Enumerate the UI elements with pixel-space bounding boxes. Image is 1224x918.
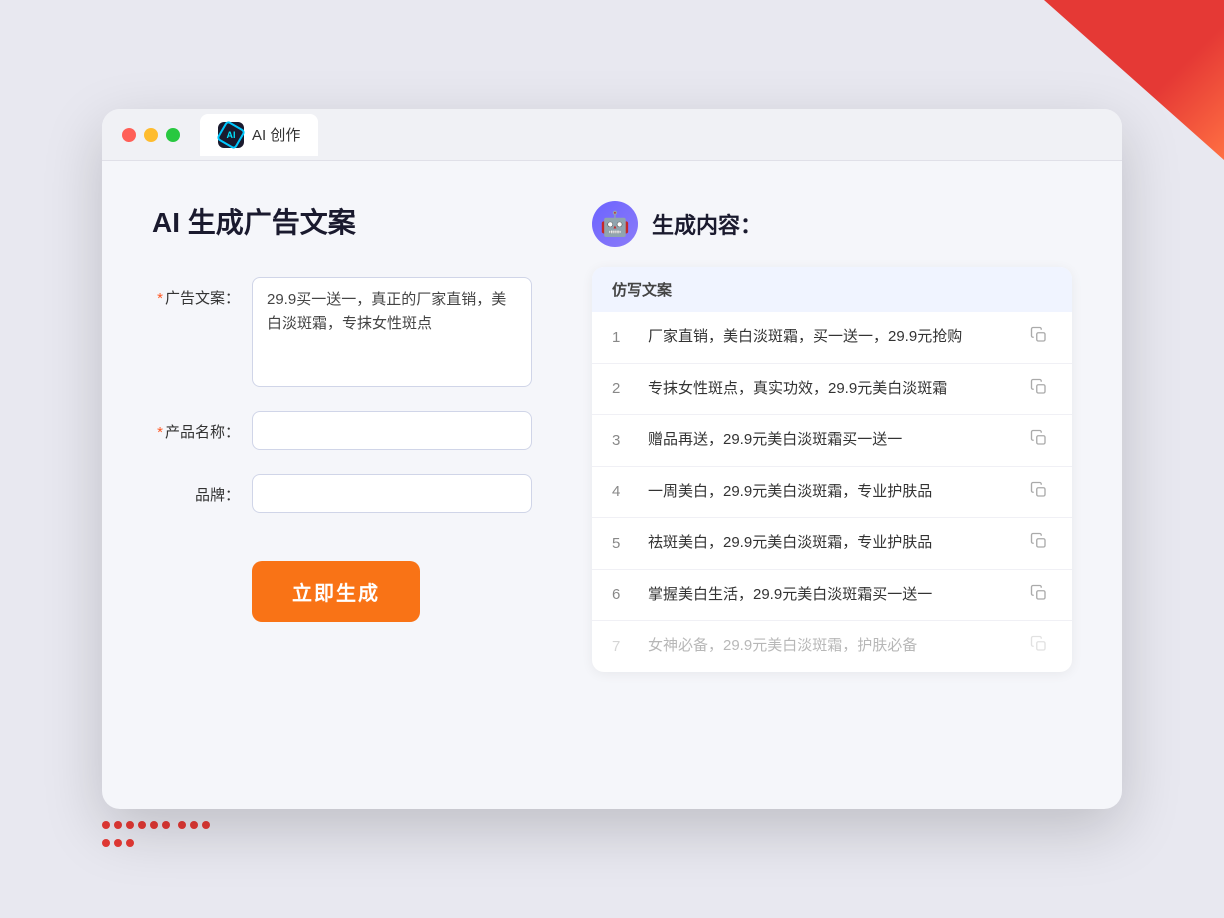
right-panel: 生成内容： 仿写文案 1 厂家直销，美白淡斑霜，买一送一，29.9元抢购 2 专抹女性… [592,201,1072,672]
ad-copy-label: *广告文案： [152,277,240,308]
product-name-label: *产品名称： [152,411,240,442]
copy-button[interactable] [1030,481,1052,503]
content-area: AI 生成广告文案 *广告文案： 29.9买一送一，真正的厂家直销，美白淡斑霜，… [102,161,1122,712]
result-number: 3 [612,432,632,449]
result-number: 4 [612,483,632,500]
table-row: 6 掌握美白生活，29.9元美白淡斑霜买一送一 [592,570,1072,622]
app-window: AI AI 创作 AI 生成广告文案 *广告文案： 29.9买一送一，真正的厂家… [102,109,1122,809]
right-header: 生成内容： [592,201,1072,247]
table-row: 2 专抹女性斑点，真实功效，29.9元美白淡斑霜 [592,364,1072,416]
result-number: 6 [612,586,632,603]
tab-label: AI 创作 [252,124,300,145]
copy-button[interactable] [1030,584,1052,606]
results-header: 仿写文案 [592,267,1072,312]
result-text: 厂家直销，美白淡斑霜，买一送一，29.9元抢购 [648,326,1014,349]
brand-row: 品牌： 好白 [152,474,532,513]
ad-copy-textarea[interactable]: 29.9买一送一，真正的厂家直销，美白淡斑霜，专抹女性斑点 [252,277,532,387]
result-text: 一周美白，29.9元美白淡斑霜，专业护肤品 [648,481,1014,504]
required-star-ad: * [157,290,163,307]
table-row: 5 祛斑美白，29.9元美白淡斑霜，专业护肤品 [592,518,1072,570]
generate-button[interactable]: 立即生成 [252,561,420,622]
table-row: 3 赠品再送，29.9元美白淡斑霜买一送一 [592,415,1072,467]
table-row: 4 一周美白，29.9元美白淡斑霜，专业护肤品 [592,467,1072,519]
minimize-button[interactable] [144,128,158,142]
table-row: 7 女神必备，29.9元美白淡斑霜，护肤必备 [592,621,1072,672]
brand-label: 品牌： [152,474,240,505]
copy-button[interactable] [1030,429,1052,451]
results-list: 1 厂家直销，美白淡斑霜，买一送一，29.9元抢购 2 专抹女性斑点，真实功效，29.… [592,312,1072,672]
right-title: 生成内容： [652,208,762,240]
results-container: 仿写文案 1 厂家直销，美白淡斑霜，买一送一，29.9元抢购 2 专抹女性斑点，真实功… [592,267,1072,672]
page-title: AI 生成广告文案 [152,201,532,241]
result-text: 女神必备，29.9元美白淡斑霜，护肤必备 [648,635,1014,658]
ai-tab-icon: AI [218,122,244,148]
window-controls [122,128,180,142]
copy-button[interactable] [1030,635,1052,657]
deco-dots-bottom-left [100,818,220,858]
result-text: 专抹女性斑点，真实功效，29.9元美白淡斑霜 [648,378,1014,401]
titlebar: AI AI 创作 [102,109,1122,161]
tab-ai-create[interactable]: AI AI 创作 [200,114,318,156]
result-number: 5 [612,535,632,552]
result-text: 掌握美白生活，29.9元美白淡斑霜买一送一 [648,584,1014,607]
copy-button[interactable] [1030,378,1052,400]
close-button[interactable] [122,128,136,142]
required-star-product: * [157,424,163,441]
product-name-input[interactable]: 美白淡斑霜 [252,411,532,450]
bot-icon [592,201,638,247]
copy-button[interactable] [1030,326,1052,348]
result-number: 7 [612,638,632,655]
copy-button[interactable] [1030,532,1052,554]
product-name-row: *产品名称： 美白淡斑霜 [152,411,532,450]
result-number: 1 [612,329,632,346]
maximize-button[interactable] [166,128,180,142]
ad-copy-row: *广告文案： 29.9买一送一，真正的厂家直销，美白淡斑霜，专抹女性斑点 [152,277,532,387]
result-text: 祛斑美白，29.9元美白淡斑霜，专业护肤品 [648,532,1014,555]
result-number: 2 [612,380,632,397]
brand-input[interactable]: 好白 [252,474,532,513]
left-panel: AI 生成广告文案 *广告文案： 29.9买一送一，真正的厂家直销，美白淡斑霜，… [152,201,532,672]
table-row: 1 厂家直销，美白淡斑霜，买一送一，29.9元抢购 [592,312,1072,364]
result-text: 赠品再送，29.9元美白淡斑霜买一送一 [648,429,1014,452]
